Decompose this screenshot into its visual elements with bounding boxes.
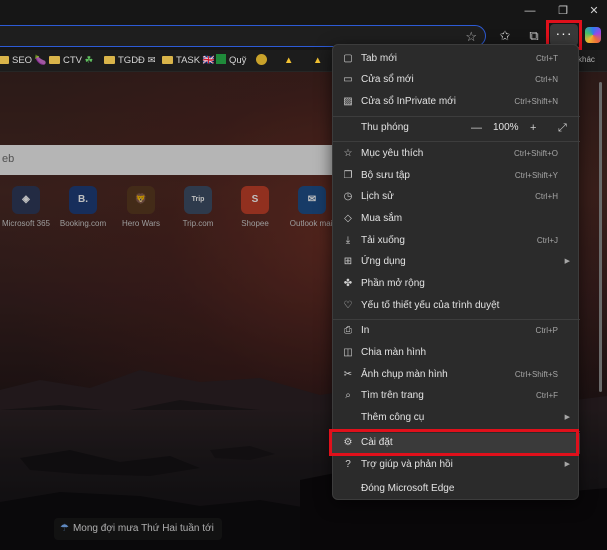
menu-item-browser-essentials[interactable]: ♡ Yếu tố thiết yếu của trình duyệt	[333, 296, 580, 317]
menu-item-downloads[interactable]: ⤓ Tải xuống Ctrl+J	[333, 231, 580, 252]
favorite-folder-seo[interactable]: SEO 🍆	[0, 54, 47, 68]
inprivate-icon: ▨	[343, 96, 353, 107]
menu-item-help-feedback[interactable]: ? Trợ giúp và phản hồi ▶	[333, 455, 580, 476]
menu-item-history[interactable]: ◷ Lịch sử Ctrl+H	[333, 187, 580, 208]
menu-item-new-window[interactable]: ▭ Cửa sổ mới Ctrl+N	[333, 70, 580, 91]
menu-separator	[333, 141, 580, 142]
zoom-out-button[interactable]: —	[471, 122, 482, 134]
heart-pulse-icon: ♡	[343, 300, 353, 311]
sheets-icon	[216, 54, 226, 64]
menu-item-favorites[interactable]: ☆ Mục yêu thích Ctrl+Shift+O	[333, 144, 580, 165]
chevron-right-icon: ▶	[564, 258, 570, 265]
folder-icon	[104, 56, 115, 64]
favorite-folder-ctv[interactable]: CTV ☘	[49, 54, 93, 68]
zoom-in-button[interactable]: +	[530, 122, 536, 134]
menu-item-new-tab[interactable]: ▢ Tab mới Ctrl+T	[333, 49, 580, 70]
apps-grid-icon: ⊞	[343, 256, 353, 267]
menu-item-screenshot[interactable]: ✂ Ảnh chụp màn hình Ctrl+Shift+S	[333, 365, 580, 386]
new-window-icon: ▭	[343, 74, 353, 85]
restore-button[interactable]: ❐	[553, 3, 573, 19]
menu-item-shopping[interactable]: ◇ Mua sắm	[333, 209, 580, 230]
favorite-quy[interactable]: Quỹ	[216, 54, 246, 68]
folder-icon	[162, 56, 173, 64]
close-window-button[interactable]: ✕	[584, 3, 604, 19]
copilot-icon[interactable]	[585, 27, 601, 43]
menu-item-apps[interactable]: ⊞ Ứng dụng ▶	[333, 252, 580, 273]
menu-item-collections[interactable]: ❐ Bộ sưu tập Ctrl+Shift+Y	[333, 166, 580, 187]
scrollbar-thumb[interactable]	[599, 82, 602, 392]
download-icon: ⤓	[345, 235, 351, 246]
menu-item-print[interactable]: ⎙ In Ctrl+P	[333, 321, 580, 342]
extensions-puzzle-icon: ✤	[343, 278, 353, 289]
history-icon: ◷	[343, 191, 353, 202]
menu-item-split-screen[interactable]: ◫ Chia màn hình	[333, 343, 580, 364]
page-scrollbar[interactable]	[597, 72, 605, 542]
folder-icon	[49, 56, 60, 64]
collections-icon: ❐	[343, 170, 353, 181]
title-bar: — ❐ ✕	[0, 0, 607, 22]
other-favorites[interactable]: khác	[578, 55, 595, 64]
favorite-drive-icon[interactable]: ▲	[284, 54, 293, 68]
chevron-right-icon: ▶	[564, 461, 570, 468]
menu-item-find-on-page[interactable]: ⌕ Tìm trên trang Ctrl+F	[333, 386, 580, 407]
menu-item-zoom: Thu phóng — 100% + ⤢	[361, 122, 567, 134]
menu-item-close-edge[interactable]: Đóng Microsoft Edge	[333, 479, 580, 500]
print-icon: ⎙	[344, 325, 352, 336]
menu-separator	[333, 319, 580, 320]
zoom-level: 100%	[493, 122, 519, 133]
favorite-icon-1[interactable]	[256, 54, 267, 68]
help-icon: ?	[345, 459, 351, 470]
menu-item-more-tools[interactable]: Thêm công cụ ▶	[333, 408, 580, 429]
menu-item-inprivate[interactable]: ▨ Cửa sổ InPrivate mới Ctrl+Shift+N	[333, 92, 580, 113]
split-screen-icon: ◫	[343, 347, 353, 358]
favorite-icon-3[interactable]: ▲	[313, 54, 322, 68]
folder-icon	[0, 56, 9, 64]
menu-separator	[333, 116, 580, 117]
menu-item-extensions[interactable]: ✤ Phần mở rộng	[333, 274, 580, 295]
shopping-tag-icon: ◇	[344, 213, 352, 224]
favorite-folder-tgdd[interactable]: TGDĐ ✉	[104, 54, 156, 68]
minimize-button[interactable]: —	[520, 3, 540, 19]
settings-highlight	[329, 429, 579, 456]
chevron-right-icon: ▶	[564, 414, 570, 421]
favorites-star-icon: ☆	[343, 148, 353, 159]
favorite-folder-task[interactable]: TASK 🇬🇧	[162, 54, 215, 68]
screenshot-icon: ✂	[343, 369, 353, 380]
new-tab-icon: ▢	[343, 53, 353, 64]
find-icon: ⌕	[345, 390, 351, 401]
fullscreen-icon[interactable]: ⤢	[558, 122, 567, 134]
add-favorite-star-icon[interactable]: ☆	[465, 29, 477, 45]
